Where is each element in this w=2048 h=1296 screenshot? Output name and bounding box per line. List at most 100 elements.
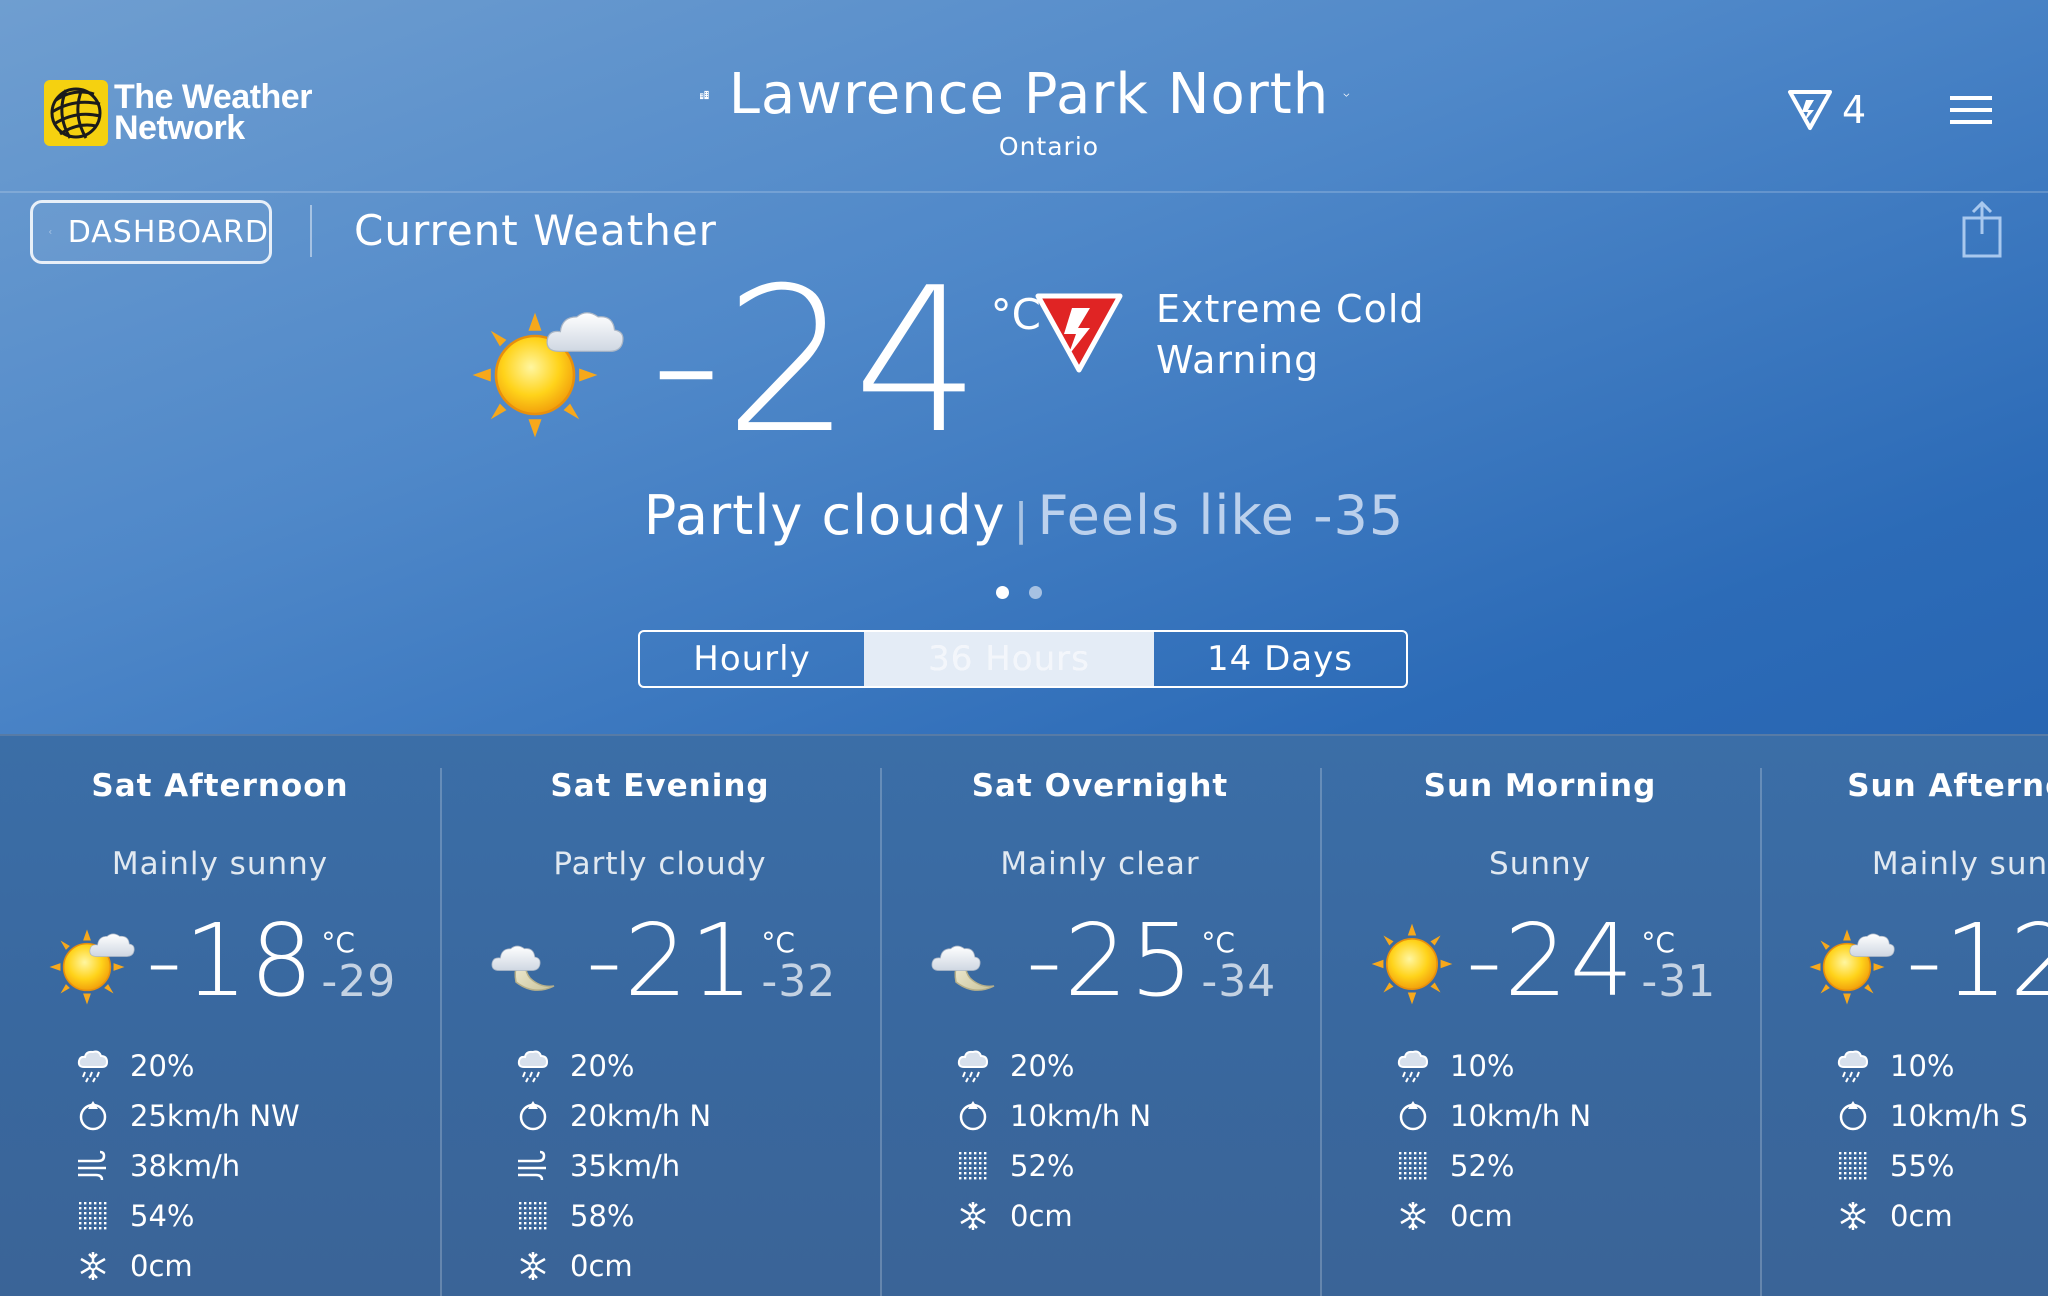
- alerts-button[interactable]: 4: [1786, 88, 1866, 132]
- chevron-down-icon[interactable]: [1343, 85, 1350, 105]
- tab-36-hours[interactable]: 36 Hours: [864, 632, 1154, 686]
- period-temperature: -12: [1906, 902, 2048, 1019]
- sun-cloud-icon: [471, 311, 624, 439]
- wind-value: 10km/h N: [1010, 1099, 1152, 1133]
- share-icon[interactable]: [1962, 200, 2002, 258]
- location-selector[interactable]: Lawrence Park North: [700, 62, 1350, 127]
- pop-stat: 10%: [1836, 1046, 1954, 1086]
- snowflake-icon: [1400, 1202, 1426, 1230]
- page-dot-active[interactable]: [996, 586, 1009, 599]
- wind-value: 20km/h N: [570, 1099, 712, 1133]
- gust-value: 35km/h: [570, 1149, 681, 1183]
- chevron-left-icon: [49, 230, 52, 234]
- humidity-stat: 52%: [1396, 1146, 1514, 1186]
- period-temperature: -25: [1026, 902, 1196, 1019]
- wind-direction-icon: [959, 1101, 987, 1131]
- forecast-column[interactable]: Sun AfternoonMainly sunny-12°C10%10km/h …: [1760, 736, 2048, 1296]
- snow-stat: 0cm: [956, 1196, 1073, 1236]
- temperature-unit: °C: [1641, 926, 1675, 959]
- forecast-tabs: Hourly 36 Hours 14 Days: [638, 630, 1408, 688]
- temperature-unit: °C: [761, 926, 795, 959]
- humidity-stat: 54%: [76, 1196, 194, 1236]
- period-temperature: -24: [1466, 902, 1636, 1019]
- dashboard-button[interactable]: DASHBOARD: [30, 200, 272, 264]
- snowflake-icon: [520, 1252, 546, 1280]
- temperature-unit: °C: [1201, 926, 1235, 959]
- tab-hourly[interactable]: Hourly: [640, 632, 864, 686]
- snowflake-icon: [80, 1252, 106, 1280]
- snow-stat: 0cm: [516, 1246, 633, 1286]
- humidity-stat: 58%: [516, 1196, 634, 1236]
- column-divider: [1320, 768, 1322, 1296]
- globe-logo-icon: [44, 80, 108, 146]
- temperature-unit: °C: [321, 926, 355, 959]
- page-dot[interactable]: [1029, 586, 1042, 599]
- alert-count: 4: [1842, 88, 1867, 132]
- humidity-icon: [1399, 1152, 1427, 1180]
- province-label: Ontario: [998, 132, 1100, 161]
- forecast-column[interactable]: Sat Afternoon Mainly sunny -18 °C -29 20% 25km…: [0, 736, 440, 1296]
- precipitation-icon: [1397, 1050, 1429, 1083]
- period-temperature: -21: [586, 902, 756, 1019]
- pop-stat: 20%: [516, 1046, 634, 1086]
- precipitation-icon: [77, 1050, 109, 1083]
- forecast-panel: Sat Afternoon Mainly sunny -18 °C -29 20% 25km…: [0, 734, 2048, 1296]
- period-feels-like: -29: [321, 956, 397, 1007]
- logo-text: The Weather Network: [114, 78, 312, 147]
- period-condition: Mainly sunny: [1871, 846, 2048, 882]
- moon-cloud-icon: [931, 945, 995, 991]
- wind-direction-icon: [1399, 1101, 1427, 1131]
- period-title: Sun Morning: [1423, 768, 1657, 804]
- period-title: Sat Afternoon: [91, 768, 349, 804]
- snow-value: 0cm: [1010, 1199, 1073, 1233]
- sun-cloud-icon: [1808, 928, 1895, 1006]
- wind-direction-icon: [79, 1101, 107, 1131]
- snow-value: 0cm: [570, 1249, 633, 1283]
- pop-value: 10%: [1450, 1049, 1515, 1083]
- weather-network-logo[interactable]: The Weather Network: [44, 80, 312, 146]
- warning-text[interactable]: Extreme Cold Warning: [1156, 284, 1456, 386]
- forecast-column[interactable]: Sat Overnight Mainly clear -25 °C -34 20% 10km…: [880, 736, 1320, 1296]
- snow-stat: 0cm: [1836, 1196, 1953, 1236]
- tab-14-days[interactable]: 14 Days: [1154, 632, 1406, 686]
- forecast-column[interactable]: Sun Morning Sunny -24 °C -31 10% 10km/h N 52% 0c…: [1320, 736, 1760, 1296]
- condition-separator: |: [1013, 494, 1030, 545]
- current-condition-line: Partly cloudy | Feels like -35: [0, 484, 2048, 547]
- pop-value: 20%: [130, 1049, 195, 1083]
- period-condition: Mainly sunny: [111, 846, 329, 882]
- snowflake-icon: [1840, 1202, 1866, 1230]
- sun-icon: [1370, 922, 1454, 1006]
- wind-stat: 20km/h N: [516, 1096, 711, 1136]
- period-title: Sat Overnight: [971, 768, 1229, 804]
- snow-stat: 0cm: [76, 1246, 193, 1286]
- snowflake-icon: [960, 1202, 986, 1230]
- period-feels-like: -34: [1201, 956, 1277, 1007]
- pop-value: 20%: [570, 1049, 635, 1083]
- page-indicator[interactable]: [996, 586, 1062, 599]
- gust-value: 38km/h: [130, 1149, 241, 1183]
- wind-direction-icon: [1839, 1101, 1867, 1131]
- pop-stat: 10%: [1396, 1046, 1514, 1086]
- wind-stat: 25km/h NW: [76, 1096, 300, 1136]
- period-condition: Partly cloudy: [553, 846, 767, 882]
- pop-stat: 20%: [956, 1046, 1074, 1086]
- warning-shield-icon[interactable]: [1034, 290, 1124, 374]
- wind-stat: 10km/h S: [1836, 1096, 2028, 1136]
- wind-value: 10km/h S: [1890, 1099, 2028, 1133]
- sun-cloud-icon: [48, 928, 135, 1006]
- column-divider: [440, 768, 442, 1296]
- humidity-stat: 52%: [956, 1146, 1074, 1186]
- humidity-stat: 55%: [1836, 1146, 1954, 1186]
- snow-value: 0cm: [1890, 1199, 1953, 1233]
- humidity-value: 54%: [130, 1199, 195, 1233]
- current-condition: Partly cloudy: [643, 484, 1006, 547]
- location-name[interactable]: Lawrence Park North: [729, 62, 1330, 127]
- period-feels-like: -31: [1641, 956, 1717, 1007]
- wind-stat: 10km/h N: [956, 1096, 1151, 1136]
- forecast-column[interactable]: Sat Evening Partly cloudy -21 °C -32 20% 20km/…: [440, 736, 880, 1296]
- precipitation-icon: [1837, 1050, 1869, 1083]
- column-divider: [1760, 768, 1762, 1296]
- hamburger-menu-icon[interactable]: [1950, 94, 1992, 126]
- humidity-value: 55%: [1890, 1149, 1955, 1183]
- snow-stat: 0cm: [1396, 1196, 1513, 1236]
